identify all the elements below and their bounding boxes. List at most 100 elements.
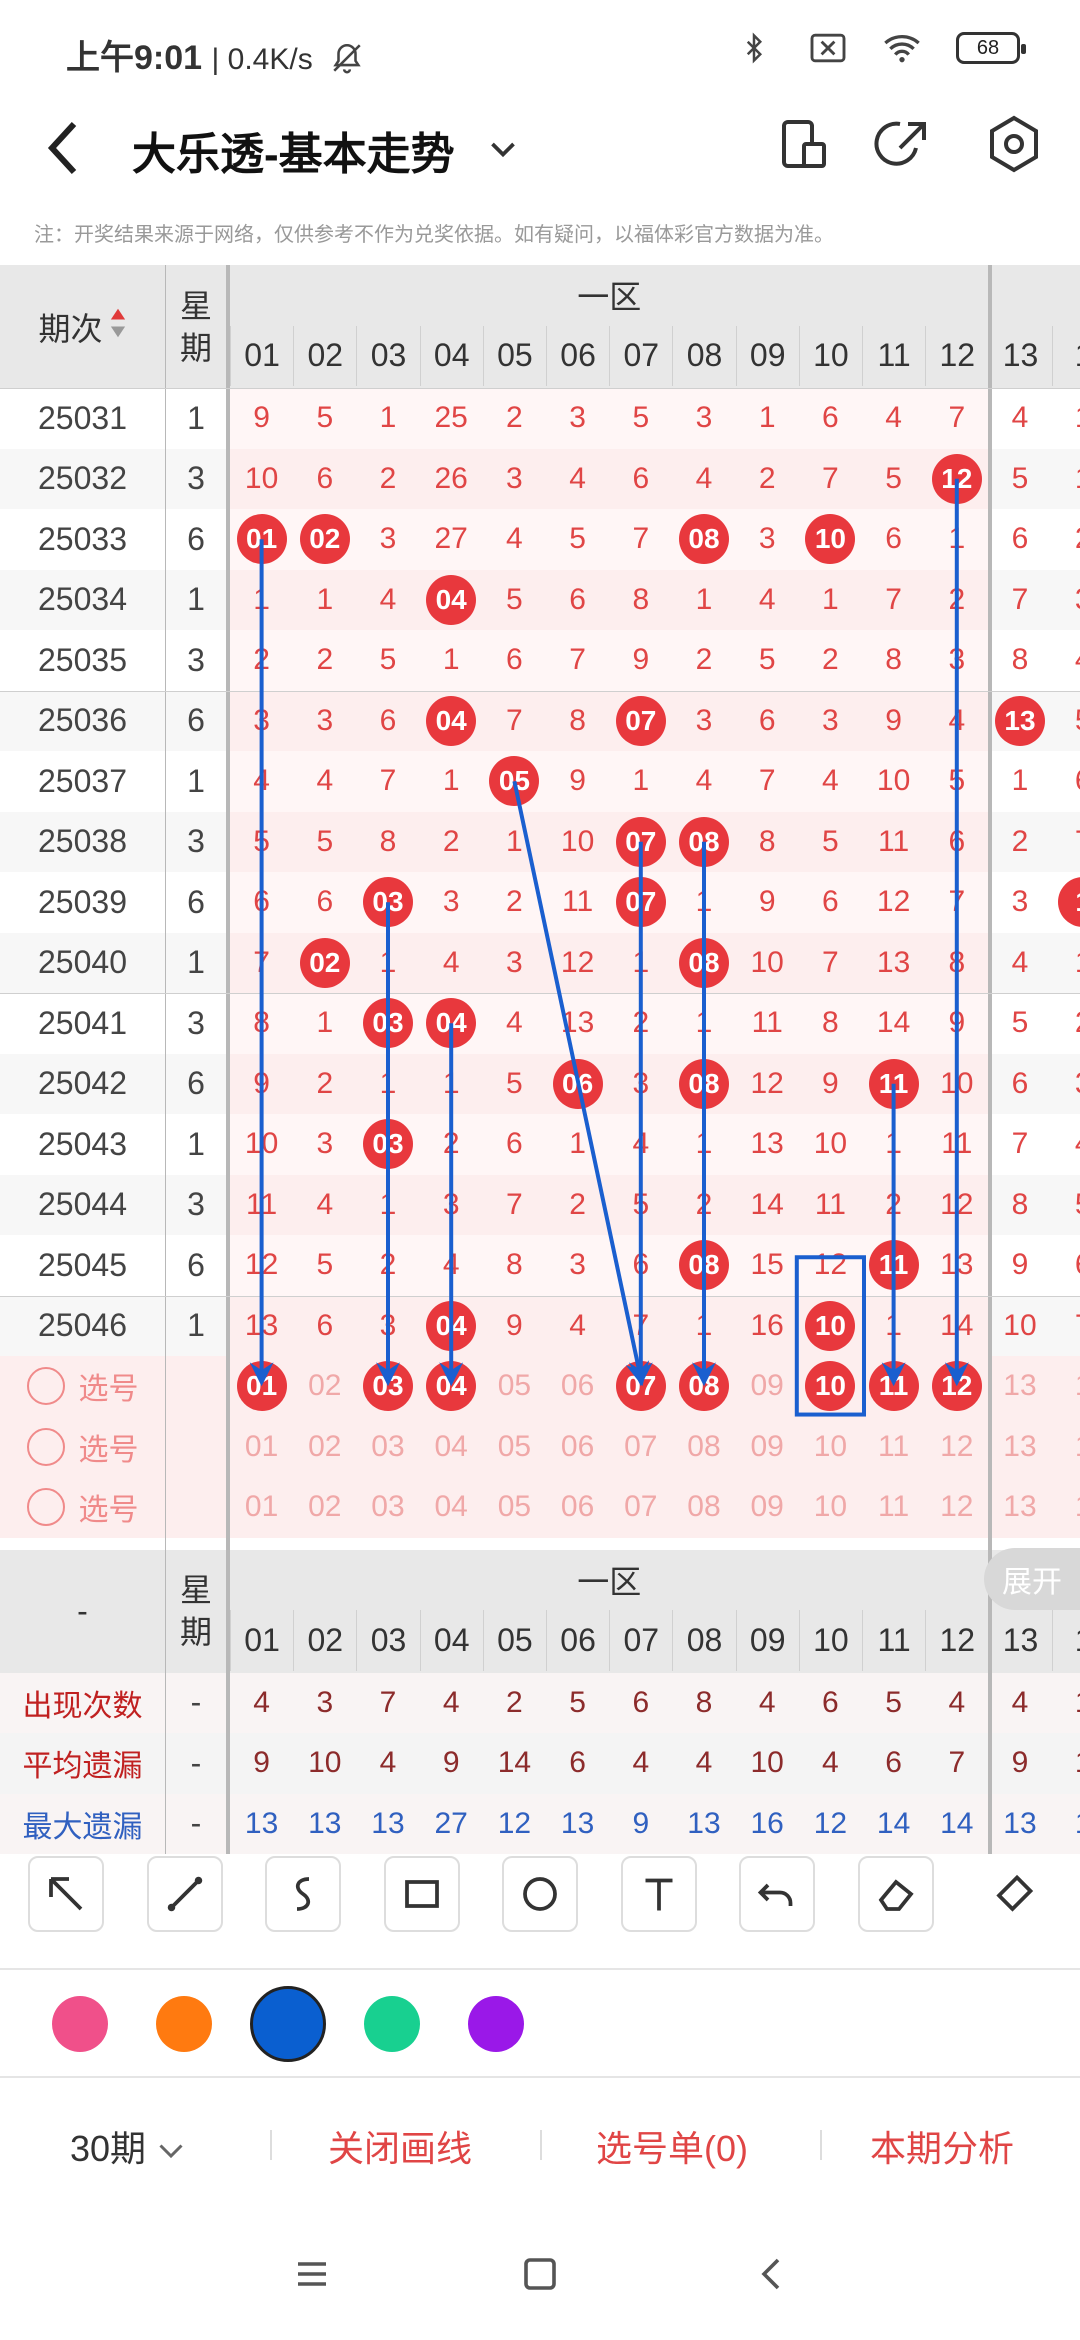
issue-column-header[interactable]: - [0, 1550, 165, 1673]
color-swatch[interactable] [156, 1996, 212, 2052]
trend-cell: 8 [632, 582, 650, 616]
pick-number[interactable]: 06 [546, 1417, 609, 1478]
share-button[interactable] [872, 112, 936, 176]
pick-number[interactable]: 13 [988, 1356, 1051, 1417]
menu-nav-button[interactable] [292, 2254, 342, 2304]
pick-number[interactable]: 06 [546, 1356, 609, 1417]
pick-row-label[interactable]: 选号 [0, 1417, 165, 1478]
pick-number[interactable]: 09 [736, 1477, 799, 1538]
pick-number[interactable]: 10 [799, 1356, 862, 1417]
number-column-header: 05 [482, 1610, 546, 1671]
color-swatch[interactable] [468, 1996, 524, 2052]
line-tool-button[interactable] [146, 1856, 223, 1932]
pick-row: 选号 010203040506070809101112131 [0, 1416, 1080, 1478]
back-button[interactable] [44, 118, 104, 188]
pick-number[interactable]: 03 [356, 1477, 419, 1538]
pick-number[interactable]: 07 [609, 1417, 672, 1478]
circle-tool-button[interactable] [502, 1856, 578, 1932]
trend-cell: 13 [244, 1308, 279, 1342]
pick-number[interactable]: 10 [799, 1417, 862, 1478]
pick-number[interactable]: 11 [862, 1356, 925, 1417]
pick-number[interactable]: 11 [862, 1417, 925, 1478]
pick-number[interactable]: 08 [672, 1417, 735, 1478]
pick-number[interactable]: 02 [293, 1477, 356, 1538]
trend-cell: 4 [1011, 401, 1029, 435]
pick-number[interactable]: 1 [1052, 1356, 1080, 1417]
pick-number[interactable]: 08 [672, 1356, 735, 1417]
arrow-tool-button[interactable] [28, 1856, 104, 1932]
pick-radio-icon[interactable] [26, 1427, 65, 1466]
pick-number[interactable]: 05 [483, 1477, 546, 1538]
analysis-button[interactable]: 本期分析 [870, 2120, 1014, 2172]
pick-number[interactable]: 07 [609, 1477, 672, 1538]
pick-number[interactable]: 05 [483, 1356, 546, 1417]
pick-number[interactable]: 04 [420, 1356, 483, 1417]
drawn-number-ball: 07 [615, 695, 666, 746]
pick-list-button[interactable]: 选号单(0) [596, 2120, 748, 2172]
pick-number[interactable]: 01 [230, 1477, 293, 1538]
pick-number[interactable]: 02 [293, 1356, 356, 1417]
number-column-header: 05 [482, 325, 546, 386]
eraser-button[interactable] [857, 1856, 934, 1932]
color-swatch[interactable] [250, 1986, 326, 2062]
drawn-number-ball: 02 [299, 937, 350, 988]
trend-cell: 10 [244, 461, 279, 495]
page-title[interactable]: 大乐透-基本走势 [132, 118, 455, 182]
trend-cell: 2 [442, 824, 460, 858]
pick-number[interactable]: 12 [925, 1356, 988, 1417]
trend-cell: 9 [758, 885, 776, 919]
trend-cell: 2 [253, 643, 270, 677]
pick-number[interactable]: 12 [925, 1417, 988, 1478]
stats-week: - [190, 1684, 202, 1721]
clear-brush-button[interactable] [976, 1856, 1052, 1932]
phone-settings-button[interactable] [772, 112, 836, 176]
pick-number[interactable]: 13 [988, 1417, 1051, 1478]
pick-number[interactable]: 13 [988, 1477, 1051, 1538]
pick-number[interactable]: 1 [1052, 1477, 1080, 1538]
period-selector[interactable]: 30期 [70, 2120, 186, 2172]
home-nav-button[interactable] [520, 2254, 570, 2304]
color-swatch[interactable] [364, 1996, 420, 2052]
pick-number[interactable]: 07 [609, 1356, 672, 1417]
color-swatch[interactable] [52, 1996, 108, 2052]
back-nav-button[interactable] [752, 2254, 802, 2304]
pick-number[interactable]: 04 [420, 1417, 483, 1478]
pick-radio-icon[interactable] [26, 1488, 65, 1527]
pick-number[interactable]: 03 [356, 1356, 419, 1417]
eraser-icon [878, 1879, 914, 1911]
pick-number[interactable]: 02 [293, 1417, 356, 1478]
rectangle-tool-button[interactable] [383, 1856, 460, 1932]
trend-cell: 9 [1011, 1248, 1029, 1282]
close-lines-button[interactable]: 关闭画线 [328, 2120, 472, 2172]
title-dropdown-button[interactable] [488, 120, 528, 180]
pick-number[interactable]: 06 [546, 1477, 609, 1538]
undo-button[interactable] [739, 1856, 815, 1932]
curve-tool-button[interactable] [265, 1856, 341, 1932]
pick-number[interactable]: 11 [862, 1477, 925, 1538]
sort-toggle-icon[interactable] [109, 307, 127, 347]
pick-row-label[interactable]: 选号 [0, 1477, 165, 1538]
trend-cell: 04 [420, 570, 483, 631]
trend-cell: 4 [506, 1006, 523, 1040]
pick-number[interactable]: 03 [356, 1417, 419, 1478]
text-tool-button[interactable] [620, 1856, 697, 1932]
trend-cell: 4 [885, 401, 902, 435]
pick-number[interactable]: 09 [736, 1356, 799, 1417]
pick-number[interactable]: 10 [799, 1477, 862, 1538]
pick-number[interactable]: 01 [230, 1356, 293, 1417]
pick-number[interactable]: 04 [420, 1477, 483, 1538]
pick-number[interactable]: 01 [230, 1417, 293, 1478]
pick-number[interactable]: 12 [925, 1477, 988, 1538]
issue-column-header[interactable]: 期次 [0, 265, 165, 388]
pick-number[interactable]: 09 [736, 1417, 799, 1478]
trend-cell: 8 [379, 824, 397, 858]
pick-number[interactable]: 1 [1052, 1417, 1080, 1478]
expand-button[interactable]: 展开 [984, 1548, 1080, 1610]
status-right: 68 [734, 28, 1026, 68]
pick-row-label[interactable]: 选号 [0, 1356, 165, 1417]
pick-number[interactable]: 08 [672, 1477, 735, 1538]
pick-number[interactable]: 05 [483, 1417, 546, 1478]
weekday: 3 [187, 1004, 205, 1041]
settings-button[interactable] [982, 112, 1046, 176]
pick-radio-icon[interactable] [26, 1367, 65, 1406]
